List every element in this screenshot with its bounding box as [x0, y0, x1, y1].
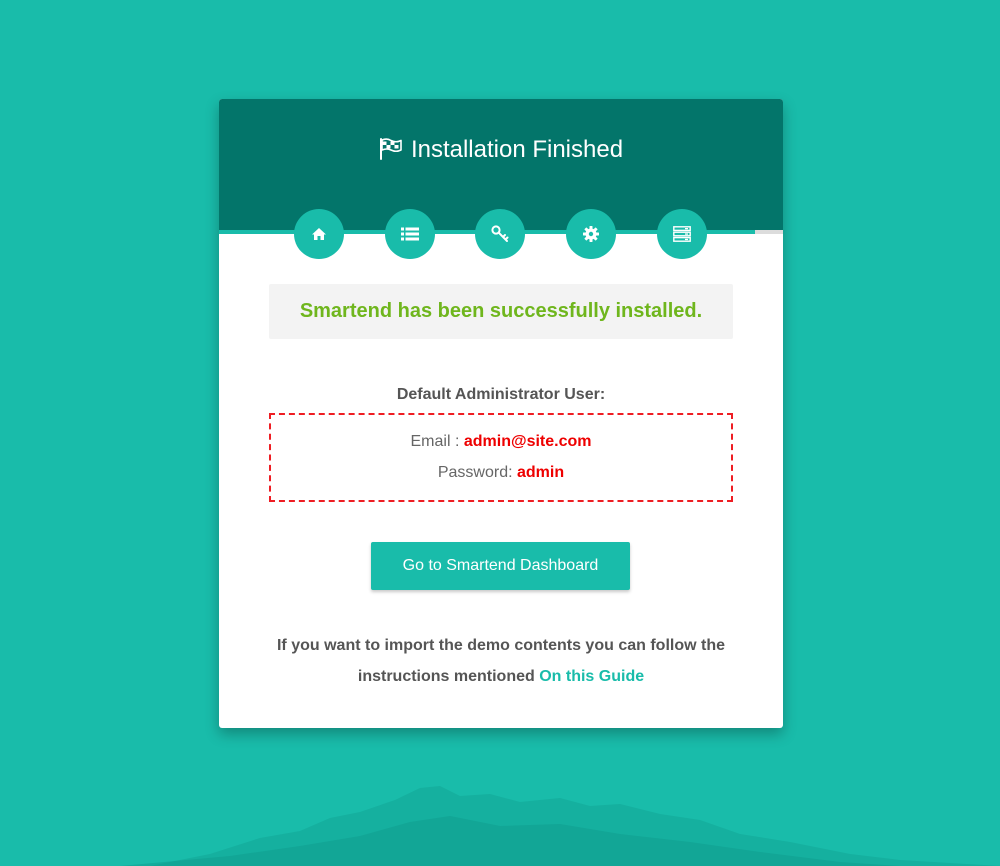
password-line: Password: admin — [271, 464, 731, 482]
step-settings[interactable] — [566, 209, 616, 259]
guide-link[interactable]: On this Guide — [539, 668, 644, 685]
password-label: Password: — [437, 464, 517, 481]
email-label: Email : — [410, 433, 464, 450]
step-server[interactable] — [657, 209, 707, 259]
demo-note-line2: instructions mentioned — [357, 668, 540, 685]
success-message: Smartend has been successfully installed… — [269, 284, 733, 339]
mountain-background — [0, 786, 1000, 866]
password-value: admin — [517, 464, 565, 481]
page-title: Installation Finished — [219, 133, 783, 170]
admin-heading: Default Administrator User: — [396, 386, 606, 403]
gear-icon — [583, 226, 599, 242]
credentials-box: Email : admin@site.com Password: admin — [269, 413, 733, 502]
step-key[interactable] — [475, 209, 525, 259]
page-title-text: Installation Finished — [410, 136, 624, 163]
email-line: Email : admin@site.com — [271, 433, 731, 451]
demo-note-line1: If you want to import the demo contents … — [276, 637, 725, 654]
step-list[interactable] — [385, 209, 435, 259]
progress-bar-remaining — [755, 230, 783, 234]
checkered-flag-icon — [379, 136, 403, 170]
installation-card: Installation Finished Smartend has been … — [219, 99, 783, 728]
step-home[interactable] — [294, 209, 344, 259]
home-icon — [312, 228, 326, 240]
demo-import-note: If you want to import the demo contents … — [249, 630, 753, 692]
key-icon — [491, 225, 509, 242]
server-icon — [673, 226, 691, 242]
email-value: admin@site.com — [463, 433, 592, 450]
list-icon — [401, 227, 419, 241]
go-to-dashboard-button[interactable]: Go to Smartend Dashboard — [371, 542, 630, 590]
